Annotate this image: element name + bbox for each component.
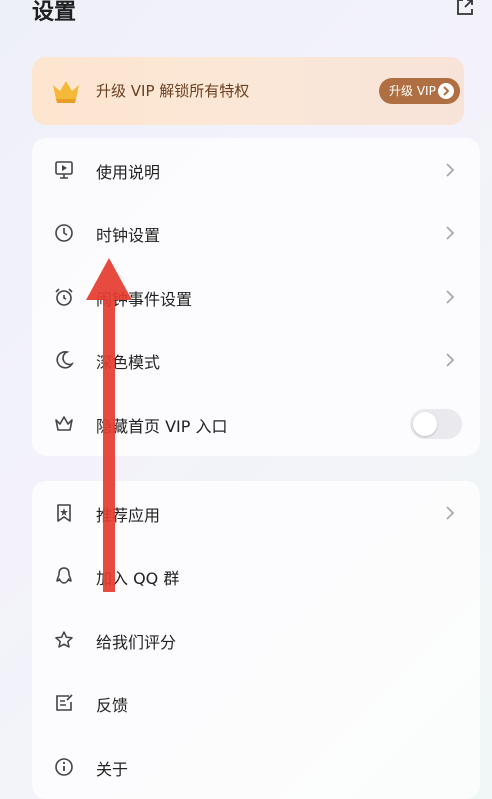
qq-icon bbox=[54, 566, 74, 586]
crown-outline-icon bbox=[54, 414, 74, 434]
alarm-icon bbox=[54, 287, 74, 307]
upgrade-vip-button[interactable]: 升级 VIP bbox=[379, 78, 460, 104]
settings-item-rate-us[interactable]: 给我们评分 bbox=[32, 608, 480, 672]
feedback-icon bbox=[54, 693, 74, 713]
moon-icon bbox=[54, 350, 74, 370]
settings-item-recommended-apps[interactable]: 推荐应用 bbox=[32, 481, 480, 545]
settings-item-label: 隐藏首页 VIP 入口 bbox=[96, 417, 228, 436]
toggle-knob bbox=[413, 412, 437, 436]
share-icon[interactable] bbox=[454, 0, 476, 18]
settings-group-1: 使用说明 时钟设置 闹钟事件设置 深色模式 隐藏首页 VIP 入口 bbox=[32, 138, 480, 456]
settings-item-label: 时钟设置 bbox=[96, 226, 161, 245]
chevron-right-icon bbox=[445, 352, 455, 368]
settings-item-join-qq[interactable]: 加入 QQ 群 bbox=[32, 544, 480, 608]
hide-vip-toggle[interactable] bbox=[410, 409, 462, 439]
bookmark-star-icon bbox=[54, 503, 74, 523]
header: 设置 bbox=[0, 0, 492, 40]
settings-item-tutorial[interactable]: 使用说明 bbox=[32, 138, 480, 202]
upgrade-vip-label: 升级 VIP bbox=[389, 84, 436, 98]
settings-item-label: 闹钟事件设置 bbox=[96, 290, 193, 309]
info-icon bbox=[54, 757, 74, 777]
star-icon bbox=[54, 630, 74, 650]
settings-item-label: 反馈 bbox=[96, 696, 129, 715]
tutorial-icon bbox=[54, 160, 74, 180]
page-title: 设置 bbox=[32, 0, 77, 25]
settings-item-feedback[interactable]: 反馈 bbox=[32, 671, 480, 735]
settings-item-alarm[interactable]: 闹钟事件设置 bbox=[32, 265, 480, 329]
settings-group-2: 推荐应用 加入 QQ 群 给我们评分 反馈 关于 bbox=[32, 481, 480, 799]
chevron-right-icon bbox=[445, 289, 455, 305]
settings-item-label: 关于 bbox=[96, 760, 129, 779]
chevron-right-icon bbox=[438, 83, 454, 99]
chevron-right-icon bbox=[445, 225, 455, 241]
settings-item-label: 推荐应用 bbox=[96, 506, 161, 525]
chevron-right-icon bbox=[445, 162, 455, 178]
settings-item-label: 给我们评分 bbox=[96, 633, 177, 652]
vip-banner-text: 升级 VIP 解锁所有特权 bbox=[96, 82, 250, 100]
settings-item-dark-mode[interactable]: 深色模式 bbox=[32, 328, 480, 392]
vip-banner[interactable]: 升级 VIP 解锁所有特权 升级 VIP bbox=[32, 57, 464, 125]
crown-icon bbox=[50, 75, 82, 107]
settings-item-label: 深色模式 bbox=[96, 353, 161, 372]
clock-icon bbox=[54, 223, 74, 243]
chevron-right-icon bbox=[445, 505, 455, 521]
settings-item-label: 加入 QQ 群 bbox=[96, 569, 180, 588]
settings-item-hide-vip: 隐藏首页 VIP 入口 bbox=[32, 392, 480, 456]
settings-item-about[interactable]: 关于 bbox=[32, 735, 480, 799]
settings-item-clock[interactable]: 时钟设置 bbox=[32, 201, 480, 265]
settings-item-label: 使用说明 bbox=[96, 163, 161, 182]
